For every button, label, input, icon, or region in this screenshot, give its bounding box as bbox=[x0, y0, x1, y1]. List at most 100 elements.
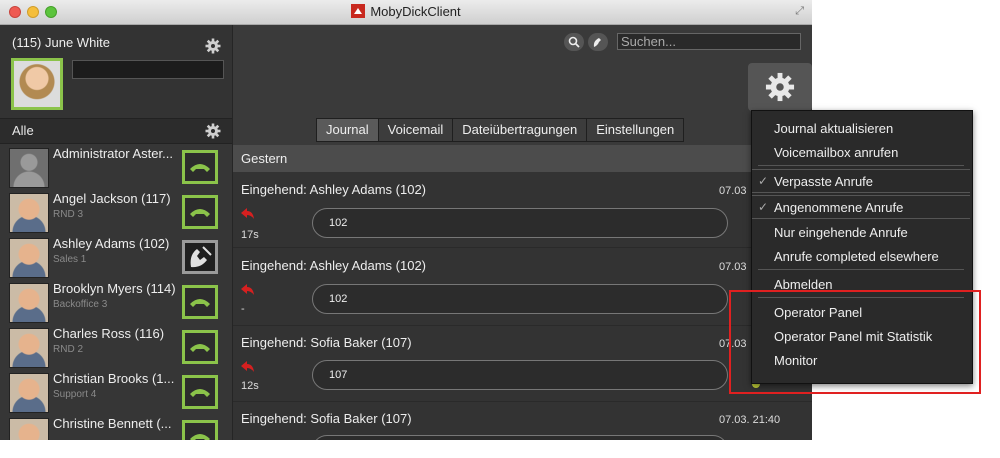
journal-entry-title: Eingehend: Sofia Baker (107) bbox=[241, 335, 412, 350]
journal-entry-title: Eingehend: Sofia Baker (107) bbox=[241, 411, 412, 426]
call-duration: - bbox=[241, 303, 245, 315]
contact-avatar bbox=[9, 418, 49, 440]
contact-avatar bbox=[9, 238, 49, 278]
contact-name: Ashley Adams (102) bbox=[53, 236, 170, 251]
gear-icon bbox=[765, 72, 795, 102]
menu-item-call-voicemailbox[interactable]: Voicemailbox anrufen bbox=[774, 145, 898, 160]
sidebar: (115) June White Alle Administrator Aste… bbox=[0, 25, 233, 440]
journal-entry-number: 102 bbox=[329, 293, 348, 305]
journal-entry-number: 107 bbox=[329, 369, 348, 381]
checkmark-icon: ✓ bbox=[758, 200, 769, 214]
tab-file-transfers[interactable]: Dateiübertragungen bbox=[453, 119, 588, 141]
window-title: MobyDickClient bbox=[370, 4, 461, 19]
phone-busy-icon bbox=[190, 246, 212, 268]
journal-group-label: Gestern bbox=[241, 151, 288, 166]
journal-entry-time: 07.03 bbox=[719, 261, 747, 273]
journal-entry-time: 07.03. 21:40 bbox=[719, 414, 781, 426]
contact-row[interactable]: Angel Jackson (117) RND 3 bbox=[0, 189, 232, 235]
contact-avatar bbox=[9, 328, 49, 368]
contact-avatar bbox=[9, 148, 49, 188]
entry-divider bbox=[233, 247, 812, 248]
call-button[interactable] bbox=[182, 330, 218, 364]
contact-filter-label: Alle bbox=[12, 123, 34, 138]
profile-name: (115) June White bbox=[12, 35, 111, 50]
call-button[interactable] bbox=[182, 285, 218, 319]
contact-avatar bbox=[9, 193, 49, 233]
tab-journal[interactable]: Journal bbox=[317, 119, 379, 141]
profile-avatar[interactable] bbox=[11, 58, 63, 110]
tab-voicemail[interactable]: Voicemail bbox=[378, 119, 454, 141]
menu-item-incoming-only[interactable]: Nur eingehende Anrufe bbox=[774, 225, 908, 240]
search-input[interactable]: Suchen... bbox=[617, 33, 801, 50]
journal-group-header: Gestern bbox=[233, 145, 812, 172]
contact-avatar bbox=[9, 283, 49, 323]
journal-entry-number-field[interactable]: 107 bbox=[312, 360, 728, 390]
contact-row[interactable]: Ashley Adams (102) Sales 1 bbox=[0, 234, 232, 280]
journal-settings-button[interactable] bbox=[748, 63, 812, 111]
call-button[interactable] bbox=[182, 375, 218, 409]
fullscreen-icon[interactable]: ⤢ bbox=[795, 5, 804, 18]
call-duration: 12s bbox=[241, 380, 259, 392]
journal-entry-number: 102 bbox=[329, 217, 348, 229]
contact-department: Backoffice 3 bbox=[53, 299, 108, 310]
journal-entry-time: 07.03 bbox=[719, 185, 747, 197]
contact-department: Support 4 bbox=[53, 389, 97, 400]
entry-divider bbox=[233, 325, 812, 326]
phone-handset-icon bbox=[190, 164, 210, 172]
menu-item-refresh-journal[interactable]: Journal aktualisieren bbox=[774, 121, 893, 136]
main-tabs: Journal Voicemail Dateiübertragungen Ein… bbox=[316, 118, 685, 142]
call-button[interactable] bbox=[182, 150, 218, 184]
contact-name: Brooklyn Myers (114) bbox=[53, 281, 176, 296]
call-button[interactable] bbox=[182, 195, 218, 229]
missed-call-arrow-icon bbox=[241, 208, 254, 219]
journal-entry-number-field[interactable]: 102 bbox=[312, 208, 728, 238]
menu-item-label: Angenommene Anrufe bbox=[774, 200, 904, 215]
profile-settings-gear-icon[interactable] bbox=[205, 38, 221, 54]
contact-row[interactable]: Brooklyn Myers (114) Backoffice 3 bbox=[0, 279, 232, 325]
menu-item-completed-elsewhere[interactable]: Anrufe completed elsewhere bbox=[774, 249, 939, 264]
call-duration: 17s bbox=[241, 229, 259, 241]
journal-entry-number-field[interactable]: 102 bbox=[312, 284, 728, 314]
contact-row[interactable]: Administrator Aster... bbox=[0, 144, 232, 190]
app-logo-icon bbox=[351, 4, 366, 18]
journal-entry-number-field[interactable] bbox=[312, 435, 728, 440]
status-message-field[interactable] bbox=[72, 60, 224, 79]
journal-entry-title: Eingehend: Ashley Adams (102) bbox=[241, 258, 427, 273]
contact-row[interactable]: Charles Ross (116) RND 2 bbox=[0, 324, 232, 370]
contact-name: Angel Jackson (117) bbox=[53, 191, 171, 206]
journal-list: Gestern Eingehend: Ashley Adams (102) 07… bbox=[233, 145, 812, 440]
contact-name: Christine Bennett (... bbox=[53, 416, 172, 431]
contact-row[interactable]: Christine Bennett (... bbox=[0, 414, 232, 440]
menu-item-answered-calls[interactable]: ✓ Angenommene Anrufe bbox=[752, 195, 970, 219]
menu-separator bbox=[758, 165, 964, 166]
contact-name: Charles Ross (116) bbox=[53, 326, 165, 341]
phone-handset-icon bbox=[190, 389, 210, 397]
window-title-wrap: MobyDickClient bbox=[0, 4, 812, 19]
journal-entry-title: Eingehend: Ashley Adams (102) bbox=[241, 182, 427, 197]
entry-divider bbox=[233, 401, 812, 402]
contact-department: Sales 1 bbox=[53, 254, 87, 265]
checkmark-icon: ✓ bbox=[758, 174, 769, 188]
app-window: MobyDickClient ⤢ (115) June White Alle A… bbox=[0, 0, 812, 440]
tab-settings[interactable]: Einstellungen bbox=[587, 119, 684, 141]
contact-department: RND 3 bbox=[53, 209, 84, 220]
call-button[interactable] bbox=[182, 420, 218, 440]
contact-row[interactable]: Christian Brooks (1... Support 4 bbox=[0, 369, 232, 415]
phone-handset-icon bbox=[190, 434, 210, 440]
contact-name: Christian Brooks (1... bbox=[53, 371, 175, 386]
menu-item-missed-calls[interactable]: ✓ Verpasste Anrufe bbox=[752, 169, 970, 193]
missed-call-arrow-icon bbox=[241, 361, 254, 372]
call-button[interactable] bbox=[182, 240, 218, 274]
contact-department: RND 2 bbox=[53, 344, 84, 355]
dial-phone-icon[interactable] bbox=[588, 33, 608, 51]
phone-handset-icon bbox=[190, 299, 210, 307]
phone-handset-icon bbox=[190, 209, 210, 217]
search-icon[interactable] bbox=[564, 33, 584, 51]
phone-handset-icon bbox=[190, 344, 210, 352]
contact-name: Administrator Aster... bbox=[53, 146, 173, 161]
contact-list-gear-icon[interactable] bbox=[205, 123, 221, 139]
menu-separator bbox=[758, 269, 964, 270]
missed-call-arrow-icon bbox=[241, 284, 254, 295]
contact-avatar bbox=[9, 373, 49, 413]
contact-filter-bar[interactable]: Alle bbox=[0, 118, 232, 144]
